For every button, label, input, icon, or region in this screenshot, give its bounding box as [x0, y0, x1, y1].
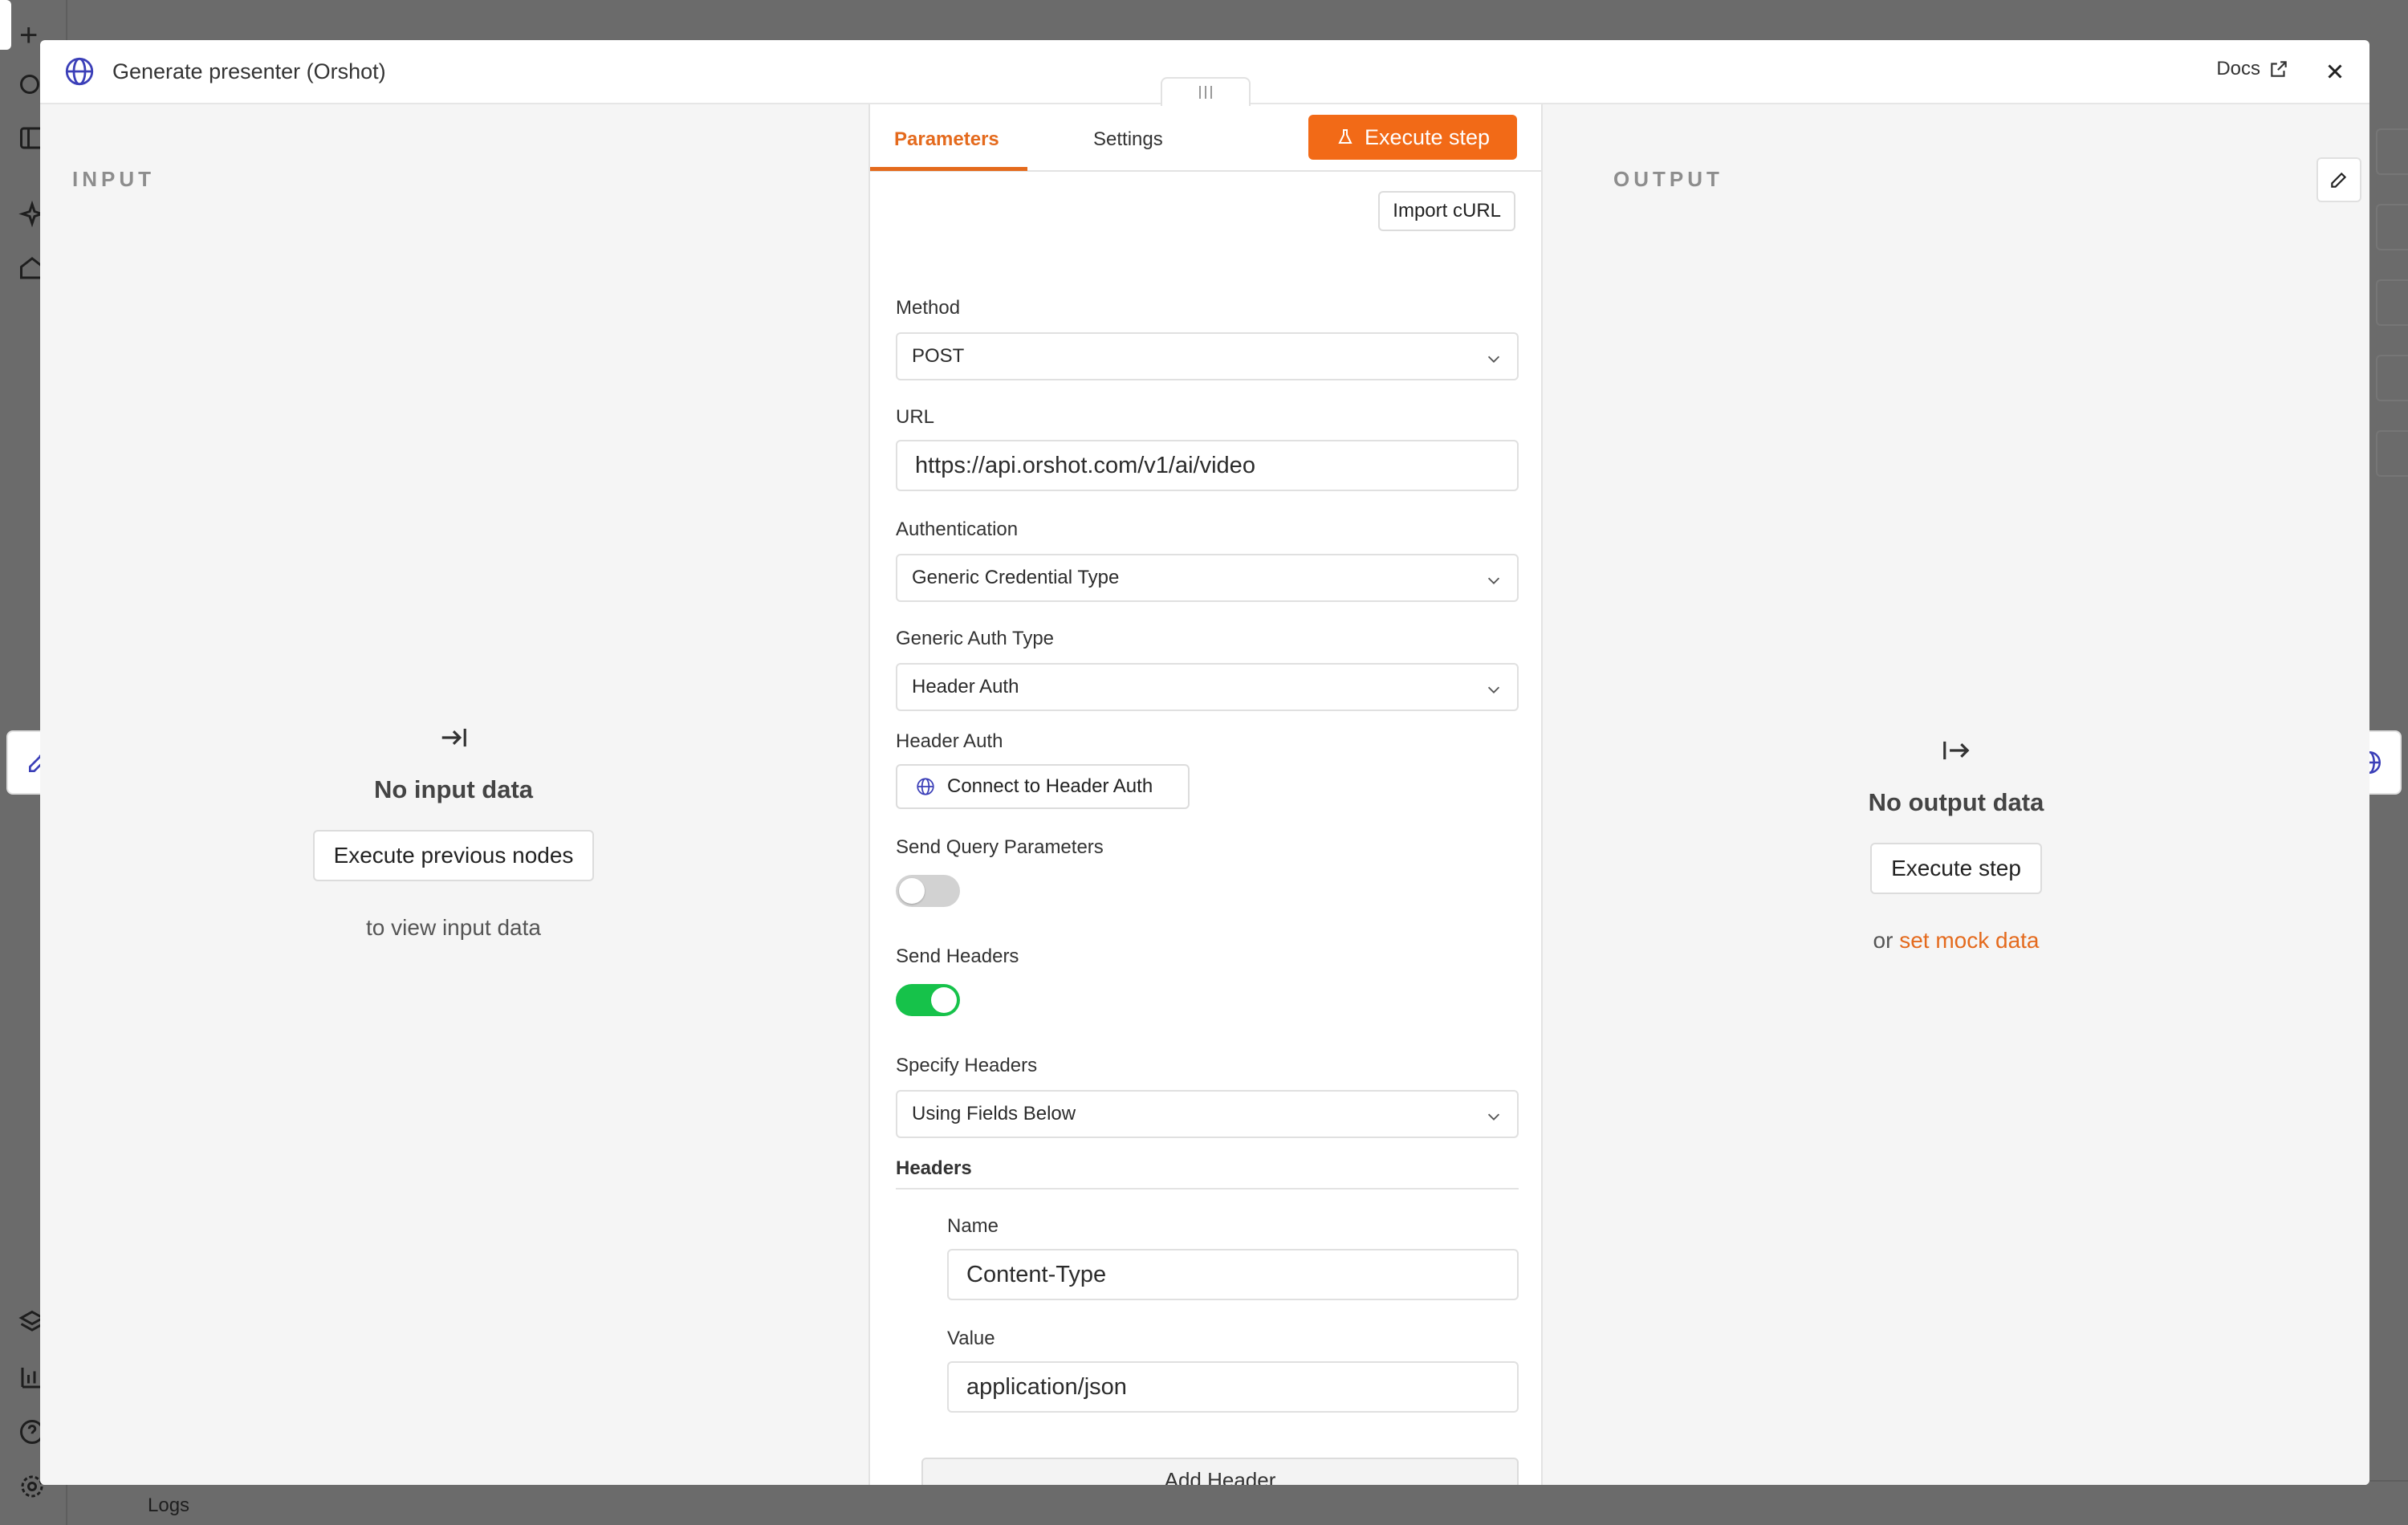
authentication-value: Generic Credential Type: [912, 567, 1120, 588]
globe-icon: [65, 57, 94, 86]
send-headers-label: Send Headers: [896, 946, 1019, 967]
globe-icon: [917, 778, 934, 795]
active-tab-indicator: [870, 167, 1027, 171]
execute-step-label: Execute step: [1364, 124, 1491, 149]
logs-bar: Logs: [67, 1480, 2408, 1525]
header-name-value: Content-Type: [966, 1261, 1107, 1287]
output-panel-label: OUTPUT: [1613, 167, 1723, 191]
close-button[interactable]: [2323, 59, 2347, 83]
tab-parameters[interactable]: Parameters: [894, 128, 999, 151]
header-value-label: Value: [947, 1328, 995, 1349]
flask-icon: [1338, 129, 1352, 144]
tab-bar: Parameters Settings Execute step: [870, 104, 1541, 172]
header-name-input[interactable]: Content-Type: [947, 1249, 1519, 1300]
parameters-panel: Parameters Settings Execute step Import …: [868, 77, 1543, 1485]
header-name-label: Name: [947, 1215, 999, 1237]
close-icon: [2328, 64, 2342, 79]
send-query-toggle[interactable]: [896, 875, 960, 907]
output-empty-state: No output data Execute step or set mock …: [1808, 735, 2105, 954]
url-input[interactable]: https://api.orshot.com/v1/ai/video: [896, 440, 1519, 491]
generic-auth-type-value: Header Auth: [912, 676, 1019, 697]
chevron-down-icon: [1487, 686, 1500, 693]
logs-label: Logs: [148, 1494, 190, 1516]
input-empty-state: No input data Execute previous nodes to …: [305, 722, 602, 941]
docs-link[interactable]: Docs: [2216, 58, 2289, 80]
chevron-down-icon: [1487, 577, 1500, 584]
edit-output-button[interactable]: [2316, 157, 2361, 202]
authentication-label: Authentication: [896, 518, 1019, 540]
arrow-to-right-icon: [441, 728, 466, 747]
method-value: POST: [912, 345, 965, 367]
input-panel: INPUT No input data Execute previous nod…: [40, 104, 868, 1485]
pencil-icon: [2331, 172, 2347, 188]
set-mock-data-link[interactable]: set mock data: [1899, 928, 2039, 953]
connect-header-auth-button[interactable]: Connect to Header Auth: [896, 764, 1190, 809]
send-headers-toggle[interactable]: [896, 984, 960, 1016]
generic-auth-type-select[interactable]: Header Auth: [896, 663, 1519, 711]
connect-header-auth-label: Connect to Header Auth: [947, 775, 1153, 797]
external-link-icon: [2271, 61, 2287, 77]
chevron-down-icon: [1487, 1113, 1500, 1120]
url-value: https://api.orshot.com/v1/ai/video: [915, 452, 1255, 478]
import-curl-button[interactable]: Import cURL: [1378, 191, 1515, 231]
headers-section-title: Headers: [896, 1157, 1519, 1190]
input-panel-label: INPUT: [72, 167, 155, 191]
send-query-label: Send Query Parameters: [896, 836, 1104, 858]
background-canvas-controls: [2376, 128, 2408, 506]
output-panel: OUTPUT No output data Execute step or se…: [1543, 104, 2369, 1485]
modal-title: Generate presenter (Orshot): [112, 59, 386, 83]
execute-step-output-button[interactable]: Execute step: [1870, 843, 2042, 894]
input-empty-title: No input data: [373, 775, 534, 803]
specify-headers-select[interactable]: Using Fields Below: [896, 1090, 1519, 1138]
method-select[interactable]: POST: [896, 332, 1519, 380]
execute-step-button[interactable]: Execute step: [1308, 115, 1517, 160]
execute-previous-nodes-button[interactable]: Execute previous nodes: [312, 830, 595, 881]
header-auth-label: Header Auth: [896, 730, 1003, 752]
specify-headers-label: Specify Headers: [896, 1055, 1038, 1076]
arrow-from-line-icon: [1943, 741, 1970, 760]
node-details-modal: Generate presenter (Orshot) Docs INPUT N…: [40, 40, 2369, 1485]
add-header-button[interactable]: Add Header: [921, 1458, 1519, 1485]
chevron-down-icon: [1487, 356, 1500, 363]
header-value-value: application/json: [966, 1373, 1127, 1400]
specify-headers-value: Using Fields Below: [912, 1103, 1076, 1124]
output-subtext-prefix: or: [1873, 928, 1893, 953]
authentication-select[interactable]: Generic Credential Type: [896, 554, 1519, 602]
generic-auth-type-label: Generic Auth Type: [896, 628, 1055, 649]
tab-settings[interactable]: Settings: [1093, 128, 1163, 151]
header-value-input[interactable]: application/json: [947, 1361, 1519, 1413]
docs-label: Docs: [2216, 58, 2260, 79]
url-label: URL: [896, 406, 935, 428]
input-empty-subtext: to view input data: [366, 915, 541, 940]
drag-handle[interactable]: [1161, 77, 1251, 106]
output-empty-subtext: or set mock data: [1873, 928, 2040, 954]
plus-icon: +: [19, 18, 39, 53]
method-label: Method: [896, 297, 961, 319]
output-empty-title: No output data: [1868, 788, 2044, 816]
